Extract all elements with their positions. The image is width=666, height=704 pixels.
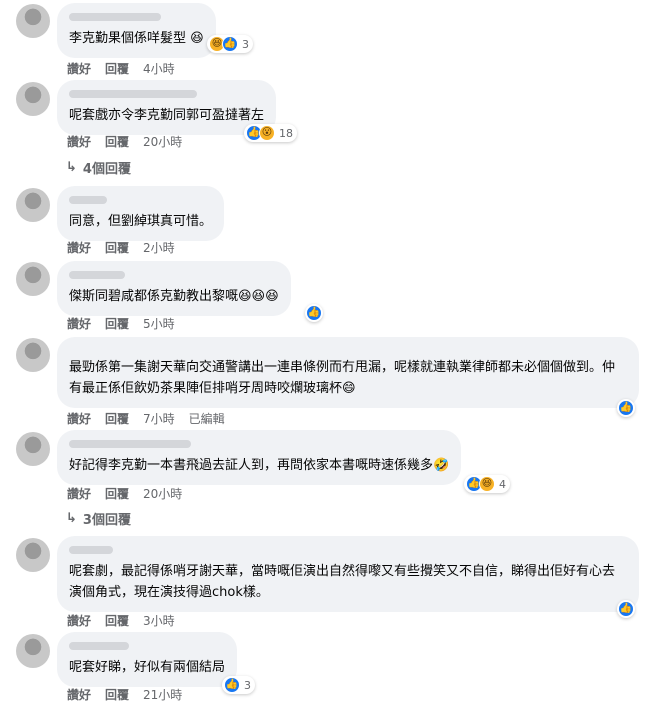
reaction-summary[interactable]: 👍 [617,600,635,618]
avatar[interactable] [16,262,50,296]
reply-button[interactable]: 回覆 [105,612,129,629]
replies-count: 4個回覆 [82,162,131,177]
comment-bubble: 李克勤果個係咩髮型 😆 [57,3,216,58]
author-name[interactable] [69,196,107,204]
comment-bubble: 呢套劇，最記得係哨牙謝天華，當時嘅佢演出自然得嚟又有些攪笑又不自信，睇得出佢好有… [57,536,639,612]
avatar[interactable] [16,82,50,116]
reply-button[interactable]: 回覆 [105,686,129,703]
comment-bubble: 呢套戲亦令李克勤同郭可盈撻著左 [57,80,277,135]
edited-label[interactable]: 已編輯 [189,410,225,427]
like-button[interactable]: 讚好 [67,133,91,150]
view-replies-link[interactable]: ↳ 3個回覆 [66,509,131,528]
haha-icon: 😆 [479,476,495,492]
comment-text: 傑斯同碧咸都係克勤教出黎嘅😆😆😆 [69,289,279,304]
comment-actions: 讚好 回覆 5小時 [67,315,175,331]
like-button[interactable]: 讚好 [67,315,91,332]
reply-button[interactable]: 回覆 [105,60,129,77]
reaction-summary[interactable]: 👍 [305,304,323,322]
comment-actions: 讚好 回覆 20小時 [67,133,182,149]
reaction-summary[interactable]: 👍 😆 4 [464,475,510,493]
reaction-summary[interactable]: 👍 [617,399,635,417]
comment-bubble: 好記得李克勤一本書飛過去証人到，再問依家本書嘅時速係幾多🤣 [57,430,462,485]
like-icon: 👍 [224,677,240,693]
like-button[interactable]: 讚好 [67,60,91,77]
reply-button[interactable]: 回覆 [105,485,129,502]
author-name[interactable] [69,642,129,650]
comment-actions: 讚好 回覆 4小時 [67,60,175,76]
comment-text: 呢套好睇，好似有兩個結局 [69,660,226,675]
avatar[interactable] [16,432,50,466]
timestamp[interactable]: 7小時 [143,410,175,427]
comment-bubble: 最勁係第一集謝天華向交通警講出一連串條例而冇甩漏，呢樣就連執業律師都未必個個做到… [57,337,639,408]
reaction-count: 18 [279,126,293,140]
avatar[interactable] [16,538,50,572]
comment-text: 同意，但劉綽琪真可惜。 [69,214,213,229]
like-icon: 👍 [306,305,322,321]
comment-bubble: 傑斯同碧咸都係克勤教出黎嘅😆😆😆 [57,261,291,316]
avatar[interactable] [16,338,50,372]
view-replies-link[interactable]: ↳ 4個回覆 [66,158,131,177]
wow-icon: 😮 [259,125,275,141]
comment-bubble: 同意，但劉綽琪真可惜。 [57,186,225,241]
reaction-count: 3 [244,678,251,692]
like-button[interactable]: 讚好 [67,612,91,629]
like-button[interactable]: 讚好 [67,239,91,256]
avatar[interactable] [16,4,50,38]
like-icon: 👍 [222,36,238,52]
reply-arrow-icon: ↳ [66,160,77,175]
author-name[interactable] [69,271,125,279]
timestamp[interactable]: 21小時 [143,686,182,703]
reaction-summary[interactable]: 👍 😮 18 [244,124,297,142]
author-name[interactable] [69,13,161,21]
replies-count: 3個回覆 [82,513,131,528]
comment-text: 最勁係第一集謝天華向交通警講出一連串條例而冇甩漏，呢樣就連執業律師都未必個個做到… [69,360,616,396]
comment-text: 李克勤果個係咩髮型 😆 [69,31,204,46]
comment-text: 呢套戲亦令李克勤同郭可盈撻著左 [69,108,265,123]
reply-arrow-icon: ↳ [66,511,77,526]
comment-text: 呢套劇，最記得係哨牙謝天華，當時嘅佢演出自然得嚟又有些攪笑又不自信，睇得出佢好有… [69,564,616,600]
avatar[interactable] [16,188,50,222]
reply-button[interactable]: 回覆 [105,410,129,427]
like-button[interactable]: 讚好 [67,485,91,502]
like-icon: 👍 [618,601,634,617]
timestamp[interactable]: 2小時 [143,239,175,256]
reaction-count: 4 [499,477,506,491]
timestamp[interactable]: 3小時 [143,612,175,629]
comment-actions: 讚好 回覆 20小時 [67,485,182,501]
author-name[interactable] [69,440,191,448]
reaction-summary[interactable]: 👍 3 [222,676,255,694]
comment-text: 好記得李克勤一本書飛過去証人到，再問依家本書嘅時速係幾多🤣 [69,458,450,473]
reaction-summary[interactable]: 😆 👍 3 [207,35,253,53]
reply-button[interactable]: 回覆 [105,315,129,332]
timestamp[interactable]: 20小時 [143,485,182,502]
comment-actions: 讚好 回覆 3小時 [67,612,175,628]
like-button[interactable]: 讚好 [67,410,91,427]
author-name[interactable] [69,90,197,98]
comment-bubble: 呢套好睇，好似有兩個結局 [57,632,238,687]
reply-button[interactable]: 回覆 [105,239,129,256]
timestamp[interactable]: 20小時 [143,133,182,150]
avatar[interactable] [16,634,50,668]
comment-actions: 讚好 回覆 7小時 已編輯 [67,410,225,426]
reply-button[interactable]: 回覆 [105,133,129,150]
reaction-count: 3 [242,37,249,51]
like-icon: 👍 [618,400,634,416]
timestamp[interactable]: 4小時 [143,60,175,77]
author-name[interactable] [69,546,113,554]
timestamp[interactable]: 5小時 [143,315,175,332]
like-button[interactable]: 讚好 [67,686,91,703]
comment-actions: 讚好 回覆 2小時 [67,239,175,255]
comment-actions: 讚好 回覆 21小時 [67,686,182,702]
